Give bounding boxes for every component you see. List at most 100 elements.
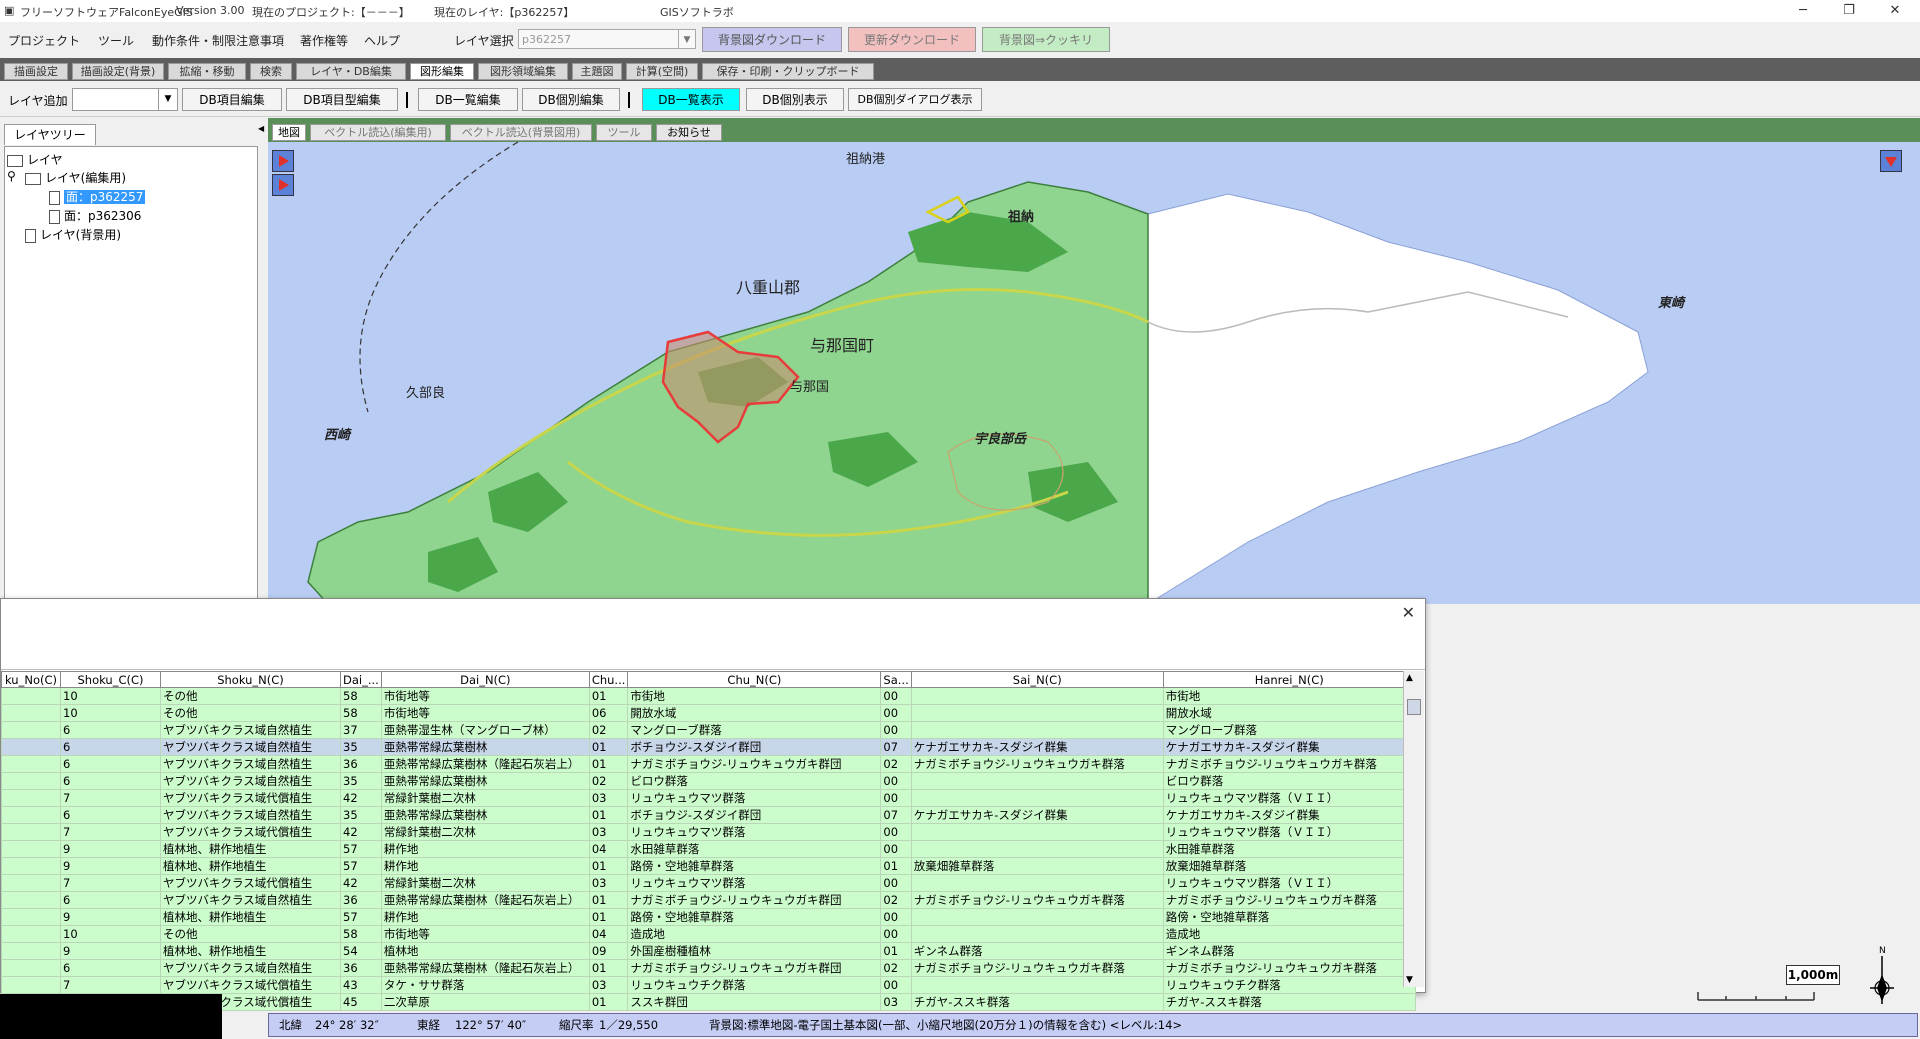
table-cell[interactable]: 00	[880, 925, 912, 943]
menu-project[interactable]: プロジェクト	[8, 32, 80, 49]
scroll-up-icon[interactable]: ▲	[1406, 673, 1413, 683]
tab-map[interactable]: 地図	[272, 124, 306, 141]
table-cell[interactable]: ボチョウジ-スダジイ群団	[627, 738, 882, 756]
table-cell[interactable]: 9	[60, 857, 161, 875]
table-cell[interactable]	[1, 738, 61, 756]
tab-search[interactable]: 検索	[250, 63, 292, 80]
table-cell[interactable]: 6	[60, 721, 161, 739]
table-cell[interactable]: 58	[340, 925, 382, 943]
table-row[interactable]: 6 ヤブツバキクラス域自然植生 36 亜熱帯常緑広葉樹林（隆起石灰岩上） 01 ナガミボチ…	[1, 755, 1416, 773]
table-cell[interactable]: ヤブツバキクラス域自然植生	[160, 755, 341, 773]
table-cell[interactable]: 常緑針葉樹二次林	[380, 789, 590, 807]
table-cell[interactable]: 03	[880, 993, 912, 1011]
table-cell[interactable]: 7	[60, 789, 161, 807]
tab-layer-db-edit[interactable]: レイヤ・DB編集	[296, 63, 406, 80]
tree-edit-group[interactable]: レイヤ(編集用)	[25, 169, 126, 186]
table-row[interactable]: 7 ヤブツバキクラス域代償植生 42 常緑針葉樹二次林 03 リュウキュウマツ群落 00 リュ…	[1, 823, 1416, 841]
close-icon[interactable]: ✕	[1872, 0, 1918, 22]
table-cell[interactable]: 9	[60, 942, 161, 960]
table-cell[interactable]: 路傍・空地雑草群落	[1162, 908, 1416, 926]
table-cell[interactable]: ギンネム群落	[910, 942, 1164, 960]
table-cell[interactable]: ヤブツバキクラス域自然植生	[160, 772, 341, 790]
table-cell[interactable]: 7	[60, 976, 161, 994]
add-layer-dropdown[interactable]: ▼	[72, 88, 178, 111]
table-cell[interactable]: ヤブツバキクラス域代償植生	[160, 976, 341, 994]
table-cell[interactable]: 58	[340, 704, 382, 722]
panel-collapse-icon[interactable]: ◀	[258, 124, 264, 140]
table-cell[interactable]: ナガミボチョウジ-リュウキュウガキ群落	[1162, 891, 1416, 909]
db-individual-view-button[interactable]: DB個別表示	[746, 88, 844, 111]
table-cell[interactable]: 00	[880, 704, 912, 722]
table-cell[interactable]: 45	[340, 993, 382, 1011]
column-header[interactable]: Dai_N(C)	[380, 671, 590, 688]
table-cell[interactable]: 市街地等	[380, 704, 590, 722]
table-cell[interactable]: ケナガエサカキ-スダジイ群集	[910, 806, 1164, 824]
table-cell[interactable]: ケナガエサカキ-スダジイ群集	[1162, 806, 1416, 824]
table-cell[interactable]: 開放水域	[627, 704, 882, 722]
tab-save-print[interactable]: 保存・印刷・クリップボード	[702, 63, 874, 80]
table-cell[interactable]: 57	[340, 840, 382, 858]
table-cell[interactable]: 亜熱帯常緑広葉樹林	[380, 806, 590, 824]
table-cell[interactable]	[910, 721, 1164, 739]
table-cell[interactable]: 03	[588, 823, 629, 841]
table-cell[interactable]: 01	[588, 908, 629, 926]
play-arrow-icon[interactable]	[272, 174, 294, 196]
table-cell[interactable]: 36	[340, 755, 382, 773]
table-cell[interactable]: 00	[880, 976, 912, 994]
table-cell[interactable]: 6	[60, 891, 161, 909]
table-cell[interactable]	[910, 823, 1164, 841]
table-cell[interactable]: ケナガエサカキ-スダジイ群集	[1162, 738, 1416, 756]
table-cell[interactable]: 10	[60, 704, 161, 722]
table-cell[interactable]: 02	[588, 721, 629, 739]
table-cell[interactable]: ナガミボチョウジ-リュウキュウガキ群落	[1162, 755, 1416, 773]
table-row[interactable]: 7 ヤブツバキクラス域代償植生 43 タケ・ササ群落 03 リュウキュウチク群落 00 リュウ…	[1, 976, 1416, 994]
tree-layer-p362257[interactable]: 面：p362257	[49, 188, 146, 205]
table-cell[interactable]: リュウキュウチク群落	[627, 976, 882, 994]
table-cell[interactable]: その他	[160, 687, 341, 705]
table-cell[interactable]: ナガミボチョウジ-リュウキュウガキ群団	[627, 891, 882, 909]
table-cell[interactable]: 06	[588, 704, 629, 722]
table-cell[interactable]: 開放水域	[1162, 704, 1416, 722]
table-cell[interactable]: 市街地等	[380, 687, 590, 705]
table-cell[interactable]: リュウキュウチク群落	[1162, 976, 1416, 994]
tab-shape-edit[interactable]: 図形編集	[410, 63, 474, 80]
table-cell[interactable]: 01	[588, 959, 629, 977]
table-cell[interactable]: 36	[340, 959, 382, 977]
table-cell[interactable]	[1, 687, 61, 705]
table-cell[interactable]: 01	[880, 857, 912, 875]
table-cell[interactable]: ギンネム群落	[1162, 942, 1416, 960]
table-cell[interactable]: 常緑針葉樹二次林	[380, 874, 590, 892]
table-cell[interactable]: 00	[880, 908, 912, 926]
down-arrow-icon[interactable]	[1880, 150, 1902, 172]
table-cell[interactable]: 9	[60, 840, 161, 858]
table-cell[interactable]: 植林地	[380, 942, 590, 960]
column-header[interactable]: Dai_...	[340, 671, 382, 688]
table-cell[interactable]: 35	[340, 806, 382, 824]
table-cell[interactable]: 01	[588, 755, 629, 773]
table-cell[interactable]: 二次草原	[380, 993, 590, 1011]
table-cell[interactable]: ヤブツバキクラス域自然植生	[160, 959, 341, 977]
column-header[interactable]: Shoku_N(C)	[160, 671, 341, 688]
table-cell[interactable]: 亜熱帯常緑広葉樹林（隆起石灰岩上）	[380, 891, 590, 909]
db-individual-edit-button[interactable]: DB個別編集	[522, 88, 620, 111]
table-cell[interactable]: 外国産樹種植林	[627, 942, 882, 960]
table-cell[interactable]: 35	[340, 738, 382, 756]
table-cell[interactable]: 7	[60, 823, 161, 841]
tab-spatial-calc[interactable]: 計算(空間)	[626, 63, 698, 80]
table-cell[interactable]: ヤブツバキクラス域自然植生	[160, 891, 341, 909]
table-cell[interactable]	[1, 874, 61, 892]
table-cell[interactable]	[1, 891, 61, 909]
table-cell[interactable]: チガヤ-ススキ群落	[910, 993, 1164, 1011]
table-row[interactable]: 6 ヤブツバキクラス域自然植生 35 亜熱帯常緑広葉樹林 01 ボチョウジ-スダジイ群団 0…	[1, 806, 1416, 824]
table-cell[interactable]: 造成地	[627, 925, 882, 943]
column-header[interactable]: Shoku_C(C)	[60, 671, 161, 688]
table-cell[interactable]: 亜熱帯常緑広葉樹林（隆起石灰岩上）	[380, 755, 590, 773]
table-cell[interactable]: ナガミボチョウジ-リュウキュウガキ群落	[910, 891, 1164, 909]
db-list-edit-button[interactable]: DB一覧編集	[418, 88, 518, 111]
tab-layer-tree[interactable]: レイヤツリー	[4, 124, 96, 145]
table-cell[interactable]: リュウキュウマツ群落（ＶＩＩ）	[1162, 789, 1416, 807]
table-cell[interactable]: 00	[880, 789, 912, 807]
table-row[interactable]: 9 植林地、耕作地植生 57 耕作地 01 路傍・空地雑草群落 00 路傍・空地雑草群落	[1, 908, 1416, 926]
table-cell[interactable]: 亜熱帯常緑広葉樹林	[380, 738, 590, 756]
table-cell[interactable]: 00	[880, 823, 912, 841]
